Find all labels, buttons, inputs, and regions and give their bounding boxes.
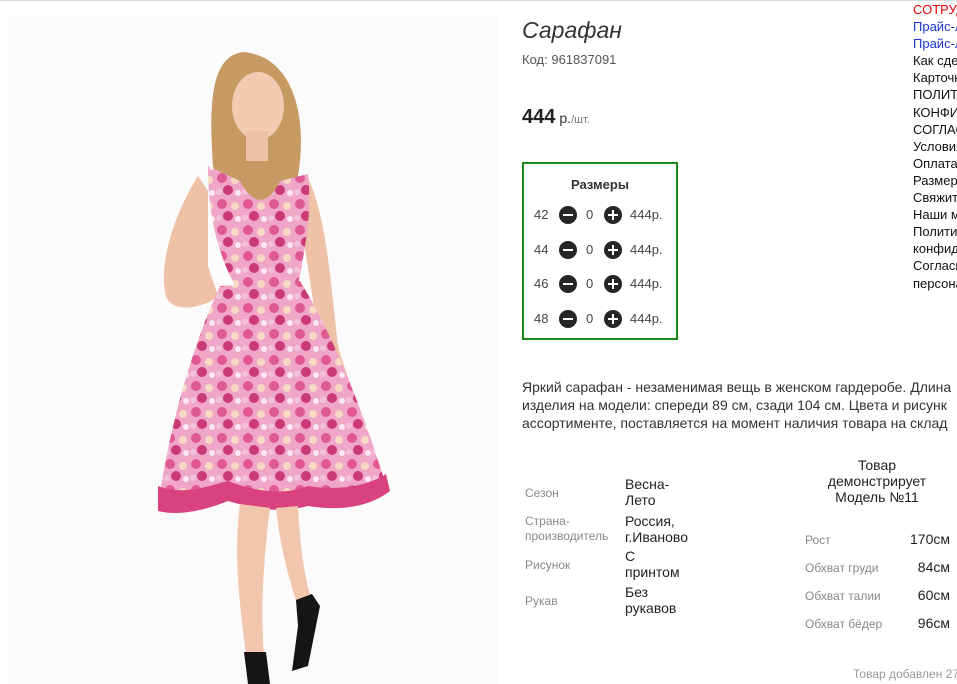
measurement-value: 60см [917, 587, 950, 603]
measurement-key: Обхват талии [805, 589, 881, 603]
measurement-key: Обхват груди [805, 561, 879, 575]
measurement-row: Обхват бёдер 96см [805, 615, 955, 633]
size-row-46: 46 0 444р. [524, 274, 676, 294]
minus-circle-icon[interactable] [559, 206, 577, 224]
product-code-label: Код: [522, 52, 548, 67]
size-price: 444р. [630, 207, 663, 222]
price-unit: /шт. [571, 114, 590, 126]
side-menu-item[interactable]: СОТРУДНИЧЕСТВО [913, 1, 957, 18]
side-menu-item[interactable]: Свяжитесь [913, 189, 957, 206]
property-value: Без рукавов [625, 584, 677, 616]
size-row-44: 44 0 444р. [524, 240, 676, 260]
property-key: Страна-производитель [525, 514, 609, 543]
measurement-value: 170см [910, 531, 950, 547]
property-key: Рисунок [525, 558, 571, 572]
product-photo[interactable] [8, 16, 498, 684]
size-qty[interactable]: 0 [586, 276, 593, 291]
size-label: 46 [534, 276, 549, 291]
product-description: Яркий сарафан - незаменимая вещь в женск… [522, 378, 957, 432]
size-row-48: 48 0 444р. [524, 309, 676, 329]
size-qty[interactable]: 0 [586, 242, 593, 257]
measurement-key: Рост [805, 533, 831, 547]
size-qty[interactable]: 0 [586, 311, 593, 326]
side-menu-item[interactable]: Политика [913, 223, 957, 240]
size-row-42: 42 0 444р. [524, 205, 676, 225]
sizes-box: Размеры 42 0 444р. 44 0 444р. 46 0 444р.… [522, 162, 678, 340]
size-price: 444р. [630, 242, 663, 257]
description-line: изделия на модели: спереди 89 см, сзади … [522, 397, 947, 413]
added-date-text: Товар добавлен 27 [853, 667, 957, 681]
property-value: Россия, г.Иваново [625, 513, 688, 545]
minus-circle-icon[interactable] [559, 241, 577, 259]
plus-circle-icon[interactable] [604, 310, 622, 328]
model-title: Товар демонстрирует Модель №11 [827, 457, 927, 505]
size-price: 444р. [630, 311, 663, 326]
side-menu-item[interactable]: Карточка [913, 69, 957, 86]
measurement-value: 96см [917, 615, 950, 631]
product-price: 444 р./шт. [522, 106, 590, 129]
side-menu-item[interactable]: Размеры [913, 172, 957, 189]
side-menu-item[interactable]: ПОЛИТИКА [913, 86, 957, 103]
product-code: Код: 961837091 [522, 52, 616, 67]
property-value: Весна-Лето [625, 476, 670, 508]
side-menu-item[interactable]: конфиденциальности [913, 240, 957, 257]
side-menu-item[interactable]: Прайс-лист [913, 18, 957, 35]
measurement-row: Обхват груди 84см [805, 559, 955, 577]
measurement-key: Обхват бёдер [805, 617, 883, 631]
side-menu-item[interactable]: Как сделать заказ [913, 52, 957, 69]
size-price: 444р. [630, 276, 663, 291]
size-label: 44 [534, 242, 549, 257]
side-menu-item[interactable]: КОНФИДЕНЦИАЛЬНОСТИ [913, 104, 957, 121]
side-menu-item[interactable]: Наши магазины [913, 206, 957, 223]
size-qty[interactable]: 0 [586, 207, 593, 222]
property-key: Сезон [525, 486, 559, 500]
side-menu-item[interactable]: СОГЛАСИЕ [913, 121, 957, 138]
property-key: Рукав [525, 594, 558, 608]
plus-circle-icon[interactable] [604, 206, 622, 224]
product-code-value: 961837091 [551, 52, 617, 67]
description-line: Яркий сарафан - незаменимая вещь в женск… [522, 379, 952, 395]
measurement-row: Обхват талии 60см [805, 587, 955, 605]
minus-circle-icon[interactable] [559, 275, 577, 293]
side-menu-item[interactable]: Условия [913, 138, 957, 155]
side-menu-item[interactable]: Согласие [913, 257, 957, 274]
plus-circle-icon[interactable] [604, 275, 622, 293]
product-title: Сарафан [522, 17, 622, 43]
top-divider [0, 0, 957, 1]
plus-circle-icon[interactable] [604, 241, 622, 259]
price-currency: р. [559, 110, 572, 126]
side-menu: СОТРУДНИЧЕСТВО Прайс-лист Прайс-лист Как… [913, 1, 957, 292]
size-label: 48 [534, 311, 549, 326]
minus-circle-icon[interactable] [559, 310, 577, 328]
side-menu-item[interactable]: Прайс-лист [913, 35, 957, 52]
description-line: ассортименте, поставляется на момент нал… [522, 415, 948, 431]
side-menu-item[interactable]: Оплата [913, 155, 957, 172]
property-value: С принтом [625, 548, 680, 580]
side-menu-item[interactable]: персональных [913, 275, 957, 292]
size-label: 42 [534, 207, 549, 222]
measurement-value: 84см [917, 559, 950, 575]
price-value: 444 [522, 106, 556, 128]
measurement-row: Рост 170см [805, 531, 955, 549]
sizes-header: Размеры [571, 177, 629, 192]
